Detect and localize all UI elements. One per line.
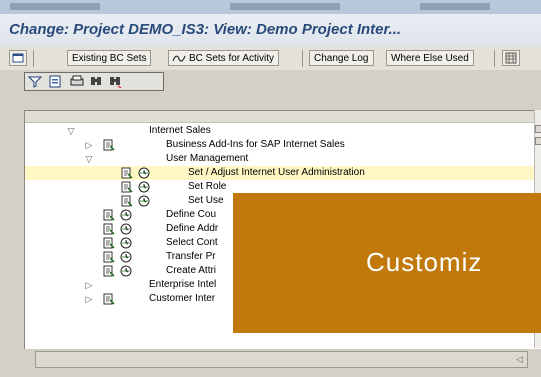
tree-node-set-adjust-user-admin[interactable]: Set / Adjust Internet User Administratio… bbox=[25, 166, 535, 180]
execute-clock-icon[interactable] bbox=[120, 251, 132, 263]
bc-sets-for-activity-button[interactable]: BC Sets for Activity bbox=[168, 50, 280, 66]
print-icon[interactable] bbox=[70, 75, 84, 88]
display-change-icon[interactable] bbox=[9, 50, 27, 66]
status-bar bbox=[0, 368, 541, 377]
execute-clock-icon[interactable] bbox=[120, 223, 132, 235]
collapse-triangle-icon[interactable]: ▷ bbox=[84, 294, 94, 304]
tree-toolbar-group bbox=[24, 72, 164, 91]
document-icon bbox=[103, 209, 115, 221]
tree-node-label: Define Addr bbox=[166, 223, 219, 234]
execute-clock-icon[interactable] bbox=[138, 181, 150, 193]
strip-segment bbox=[10, 3, 100, 10]
change-log-button[interactable]: Change Log bbox=[309, 50, 374, 66]
scroll-up-icon[interactable] bbox=[535, 125, 541, 133]
tree-node-label: Create Attri bbox=[166, 265, 217, 276]
document-icon bbox=[103, 237, 115, 249]
window-title: Change: Project DEMO_IS3: View: Demo Pro… bbox=[9, 21, 402, 38]
bc-sets-for-activity-label: BC Sets for Activity bbox=[189, 53, 275, 64]
document-icon bbox=[103, 139, 115, 151]
grid-settings-icon[interactable] bbox=[502, 50, 520, 66]
document-icon[interactable] bbox=[48, 75, 62, 88]
strip-segment bbox=[420, 3, 490, 10]
toolbar-separator bbox=[494, 50, 495, 67]
customizing-overlay-banner: Customiz bbox=[233, 193, 541, 333]
document-icon bbox=[121, 167, 133, 179]
tree-node-label: Set Use bbox=[188, 195, 224, 206]
tree-node-internet-sales[interactable]: ▽ Internet Sales bbox=[25, 124, 535, 138]
scroll-down-icon[interactable] bbox=[535, 137, 541, 145]
tree-node-label: Customer Inter bbox=[149, 293, 216, 304]
tree-node-label: Define Cou bbox=[166, 209, 217, 220]
tree-node-label: Set / Adjust Internet User Administratio… bbox=[188, 167, 365, 178]
document-icon bbox=[121, 195, 133, 207]
toolbar-separator bbox=[33, 50, 34, 67]
execute-clock-icon[interactable] bbox=[120, 265, 132, 277]
document-icon bbox=[103, 251, 115, 263]
find-next-icon[interactable] bbox=[108, 75, 122, 88]
tree-node-label: Business Add-Ins for SAP Internet Sales bbox=[166, 139, 345, 150]
execute-clock-icon[interactable] bbox=[120, 237, 132, 249]
tree-node-label: Enterprise Intel bbox=[149, 279, 217, 290]
collapse-triangle-icon[interactable]: ▷ bbox=[84, 140, 94, 150]
where-else-used-button[interactable]: Where Else Used bbox=[386, 50, 474, 66]
find-icon[interactable] bbox=[89, 75, 103, 88]
execute-clock-icon[interactable] bbox=[120, 209, 132, 221]
expand-triangle-icon[interactable]: ▽ bbox=[84, 154, 94, 164]
tree-node-label: Select Cont bbox=[166, 237, 218, 248]
tree-node-label: Set Role bbox=[188, 181, 227, 192]
strip-segment bbox=[230, 3, 340, 10]
document-icon bbox=[103, 223, 115, 235]
document-icon bbox=[103, 265, 115, 277]
collapse-triangle-icon[interactable]: ▷ bbox=[84, 280, 94, 290]
tree-node-set-role[interactable]: Set Role bbox=[25, 180, 535, 194]
existing-bc-sets-button[interactable]: Existing BC Sets bbox=[67, 50, 152, 66]
top-window-strip bbox=[0, 0, 541, 15]
tree-node-label: Transfer Pr bbox=[166, 251, 216, 262]
execute-clock-icon[interactable] bbox=[138, 195, 150, 207]
tree-node-label: User Management bbox=[166, 153, 249, 164]
tree-header bbox=[25, 111, 541, 123]
document-icon bbox=[121, 181, 133, 193]
tree-node-label: Internet Sales bbox=[149, 125, 211, 136]
expand-triangle-icon[interactable]: ▽ bbox=[66, 126, 76, 136]
execute-clock-icon[interactable] bbox=[138, 167, 150, 179]
application-toolbar: Existing BC Sets BC Sets for Activity Ch… bbox=[0, 47, 541, 71]
tree-node-business-addins[interactable]: ▷ Business Add-Ins for SAP Internet Sale… bbox=[25, 138, 535, 152]
bc-sets-icon bbox=[172, 55, 186, 62]
overlay-text: Customiz bbox=[366, 247, 483, 277]
tree-toolbar bbox=[0, 70, 541, 94]
toolbar-separator bbox=[302, 50, 303, 67]
horizontal-scrollbar[interactable]: ◁ bbox=[35, 351, 528, 368]
scroll-left-icon[interactable]: ◁ bbox=[516, 354, 523, 365]
document-icon bbox=[103, 293, 115, 305]
tree-node-user-management[interactable]: ▽ User Management bbox=[25, 152, 535, 166]
title-bar: Change: Project DEMO_IS3: View: Demo Pro… bbox=[0, 14, 541, 48]
filter-icon[interactable] bbox=[28, 75, 42, 88]
